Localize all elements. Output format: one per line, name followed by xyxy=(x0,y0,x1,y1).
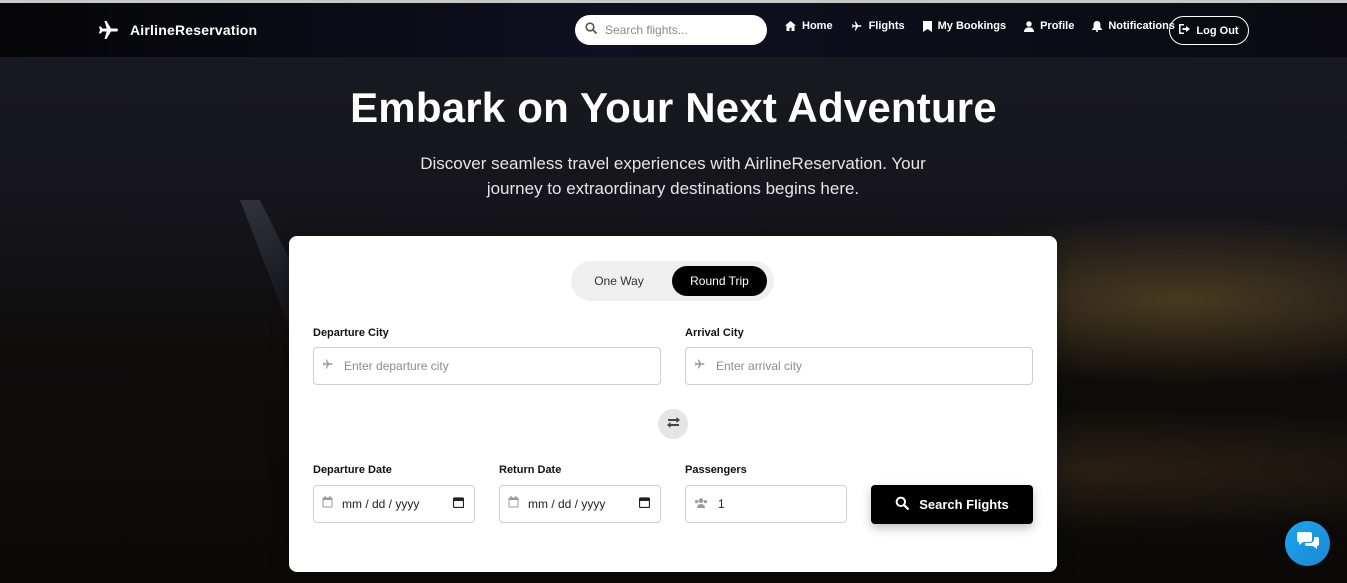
return-date-label: Return Date xyxy=(499,464,562,476)
bookmark-icon xyxy=(922,20,932,32)
search-icon xyxy=(585,21,597,39)
user-icon xyxy=(1024,20,1035,32)
plane-icon xyxy=(851,20,863,32)
departure-date-placeholder: mm / dd / yyyy xyxy=(342,497,420,511)
users-icon xyxy=(694,495,708,513)
swap-arrows-icon xyxy=(666,415,680,433)
departure-date-label: Departure Date xyxy=(313,464,392,476)
search-input[interactable] xyxy=(605,23,755,37)
search-flights-button[interactable]: Search Flights xyxy=(871,485,1033,524)
calendar-icon xyxy=(322,495,333,513)
nav-item-flights[interactable]: Flights xyxy=(851,20,905,32)
arrival-city-placeholder: Enter arrival city xyxy=(716,359,803,373)
nav-item-label: Profile xyxy=(1040,20,1075,32)
swap-cities-button[interactable] xyxy=(658,409,688,439)
brand-name: AirlineReservation xyxy=(130,22,258,38)
passengers-label: Passengers xyxy=(685,464,747,476)
nav-item-label: Home xyxy=(802,20,833,32)
hero-subtitle: Discover seamless travel experiences wit… xyxy=(420,154,926,198)
date-picker-icon[interactable] xyxy=(638,495,651,513)
search-icon xyxy=(895,496,910,513)
nav-item-profile[interactable]: Profile xyxy=(1024,20,1074,32)
arrival-city-label: Arrival City xyxy=(685,327,744,339)
trip-type-toggle: One Way Round Trip xyxy=(571,261,774,301)
nav-item-notifications[interactable]: Notifications xyxy=(1092,20,1175,32)
chat-bubbles-icon xyxy=(1296,532,1319,555)
nav-item-label: My Bookings xyxy=(937,20,1007,32)
nav-item-label: Notifications xyxy=(1108,20,1175,32)
logout-button[interactable]: Log Out xyxy=(1169,16,1249,45)
flight-booking-card: One Way Round Trip Departure City Enter … xyxy=(289,236,1057,572)
plane-icon xyxy=(694,357,706,375)
trip-type-round-trip[interactable]: Round Trip xyxy=(672,266,767,296)
nav-item-my-bookings[interactable]: My Bookings xyxy=(922,20,1007,32)
trip-type-one-way[interactable]: One Way xyxy=(579,266,659,296)
hero-title: Embark on Your Next Adventure xyxy=(350,84,997,131)
passengers-value: 1 xyxy=(718,497,725,511)
passengers-field[interactable]: 1 xyxy=(685,485,847,523)
departure-city-placeholder: Enter departure city xyxy=(344,359,449,373)
departure-city-label: Departure City xyxy=(313,327,389,339)
navbar: AirlineReservation Home Flights My Booki… xyxy=(0,3,1347,57)
departure-date-field[interactable]: mm / dd / yyyy xyxy=(313,485,475,523)
calendar-icon xyxy=(508,495,519,513)
arrival-city-field[interactable]: Enter arrival city xyxy=(685,347,1033,385)
search-flights-label: Search Flights xyxy=(919,497,1009,512)
return-date-field[interactable]: mm / dd / yyyy xyxy=(499,485,661,523)
bell-icon xyxy=(1092,20,1103,32)
flight-search-bar[interactable] xyxy=(575,15,767,45)
nav-item-home[interactable]: Home xyxy=(785,20,833,32)
logout-icon xyxy=(1179,24,1191,37)
nav-links: Home Flights My Bookings Profile Notific… xyxy=(785,20,1175,32)
brand-logo[interactable]: AirlineReservation xyxy=(96,17,257,43)
plane-icon xyxy=(96,17,122,43)
return-date-placeholder: mm / dd / yyyy xyxy=(528,497,606,511)
chat-support-button[interactable] xyxy=(1285,521,1330,566)
date-picker-icon[interactable] xyxy=(452,495,465,513)
logout-label: Log Out xyxy=(1196,24,1239,37)
plane-icon xyxy=(322,357,334,375)
departure-city-field[interactable]: Enter departure city xyxy=(313,347,661,385)
home-icon xyxy=(785,21,796,31)
nav-item-label: Flights xyxy=(868,20,905,32)
